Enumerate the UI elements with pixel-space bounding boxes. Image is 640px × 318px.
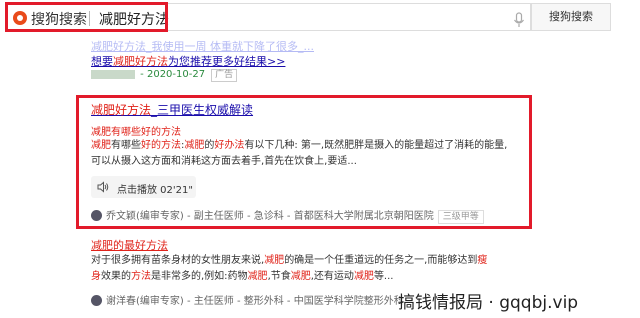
search-button[interactable]: 搜狗搜索: [531, 3, 611, 31]
result1-recommend-post: 为您推荐更多好结果>>: [168, 55, 286, 68]
snippet-text: 是非常多的,例如:药物: [151, 271, 248, 282]
snippet-text: ,节食: [267, 271, 291, 282]
snippet-keyword: 好办法: [214, 140, 245, 151]
result2-subtitle[interactable]: 减肥有哪些好的方法: [91, 123, 181, 138]
search-highlight-box: [5, 2, 168, 32]
result2-snippet-line2: 可以从摄入这方面和消耗这方面去着手,首先在饮食上,要适...: [91, 156, 357, 167]
result3-snippet-line1: 对于很多拥有苗条身材的女性朋友来说,减肥的确是一个任重道远的任务之一,而能够达到…: [91, 253, 527, 269]
result2-expert: 乔文颖(编审专家) - 副主任医师 - 急诊科 - 首都医科大学附属北京朝阳医院…: [91, 207, 484, 224]
result2-title-keyword: 减肥好方法: [91, 103, 152, 117]
result1-recommend-link[interactable]: 想要减肥好方法为您推荐更多好结果>>: [91, 53, 285, 69]
snippet-keyword: 身: [91, 271, 101, 282]
snippet-keyword: 减肥: [91, 140, 111, 151]
result3-expert: 谢洋春(编审专家) - 主任医师 - 整形外科 - 中国医学科学院整形外科: [91, 292, 404, 307]
speaker-icon: [97, 181, 109, 193]
snippet-text: 等...: [373, 271, 394, 282]
result3-snippet: 对于很多拥有苗条身材的女性朋友来说,减肥的确是一个任重道远的任务之一,而能够达到…: [91, 253, 527, 285]
expert-info: 乔文颖(编审专家) - 副主任医师 - 急诊科 - 首都医科大学附属北京朝阳医院: [106, 211, 434, 222]
snippet-keyword: 减肥: [353, 271, 374, 282]
snippet-keyword: 减肥: [247, 271, 268, 282]
ad-badge: 广告: [211, 69, 238, 82]
result2-title-link[interactable]: 减肥好方法_三甲医生权威解读: [91, 101, 253, 118]
snippet-text: 的确是一个任重道远的任务之一,而能够达到: [284, 255, 478, 266]
result2-title-rest: _三甲医生权威解读: [151, 103, 254, 117]
snippet-keyword: 方法: [131, 271, 151, 282]
hospital-grade-badge: 三级甲等: [437, 210, 484, 224]
result2-snippet: 减肥有哪些好的方法:减肥的好办法有以下几种: 第一,既然肥胖是摄入的能量超过了消…: [91, 138, 527, 170]
snippet-text: 效果的: [101, 271, 131, 282]
avatar-icon: [91, 295, 102, 306]
snippet-keyword: 减肥: [184, 140, 205, 151]
result1-date: - 2020-10-27: [137, 69, 206, 80]
snippet-text: 有哪些: [111, 140, 141, 151]
result2-snippet-line1: 减肥有哪些好的方法:减肥的好办法有以下几种: 第一,既然肥胖是摄入的能量超过了消…: [91, 138, 527, 154]
watermark: 搞钱情报局 · gqqbj.vip: [398, 293, 579, 313]
microphone-icon[interactable]: [512, 12, 526, 28]
result1-title-link[interactable]: 减肥好方法_我使用一周 体重就下降了很多_...: [91, 38, 314, 54]
result1-recommend-pre: 想要: [91, 55, 113, 68]
snippet-text: 有以下几种: 第一,既然肥胖是摄入的能量超过了消耗的能量,: [244, 140, 508, 151]
audio-label: 点击播放 02'21": [117, 185, 193, 196]
snippet-keyword: 减肥: [264, 255, 285, 266]
expert-info: 谢洋春(编审专家) - 主任医师 - 整形外科 - 中国医学科学院整形外科: [106, 296, 404, 307]
avatar-icon: [91, 210, 102, 221]
audio-play-button[interactable]: 点击播放 02'21": [91, 176, 196, 198]
blurred-domain: [91, 69, 135, 79]
snippet-keyword: 好的方法: [141, 140, 181, 151]
result3-title-link[interactable]: 减肥的最好方法: [91, 237, 168, 253]
result1-recommend-keyword: 减肥好方法: [113, 55, 168, 68]
result1-source: - 2020-10-27 广告: [91, 69, 238, 82]
snippet-text: 对于很多拥有苗条身材的女性朋友来说,: [91, 255, 265, 266]
snippet-keyword: 减肥: [290, 271, 311, 282]
snippet-text: 的: [204, 140, 215, 151]
search-bar: 搜狗搜索 减肥好方法 搜狗搜索: [0, 0, 640, 34]
snippet-text: ,还有运动: [310, 271, 354, 282]
snippet-keyword: 瘦: [477, 255, 488, 266]
result3-snippet-line2: 身效果的方法是非常多的,例如:药物减肥,节食减肥,还有运动减肥等...: [91, 269, 527, 285]
